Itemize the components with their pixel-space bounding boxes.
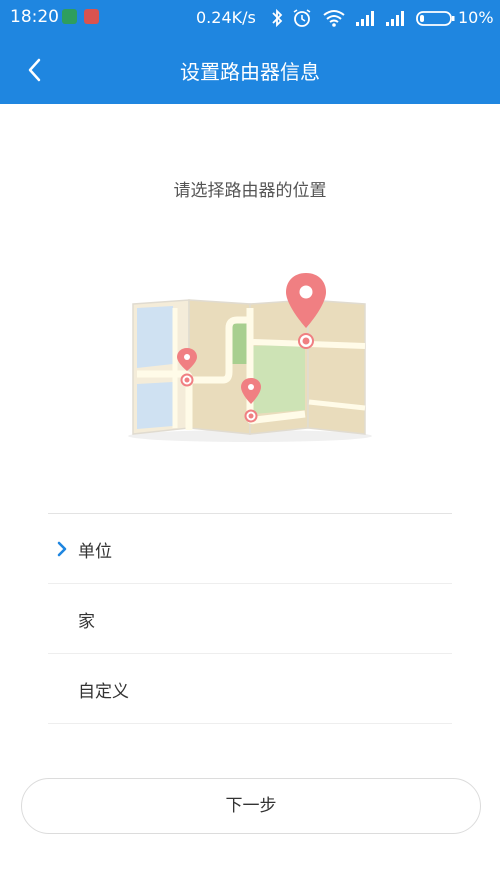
bluetooth-icon bbox=[272, 8, 283, 28]
option-custom[interactable]: 自定义 bbox=[48, 654, 452, 724]
option-home[interactable]: 家 bbox=[48, 584, 452, 654]
alarm-icon bbox=[293, 9, 311, 27]
battery-percent: 10% bbox=[458, 8, 494, 27]
location-options-list: 单位 家 自定义 bbox=[48, 513, 452, 724]
signal-icon bbox=[386, 11, 404, 26]
wifi-app-icon bbox=[84, 9, 99, 24]
network-speed: 0.24K/s bbox=[196, 8, 256, 27]
app-bar: 18:20 0.24K/s 10% 设置路由器信息 bbox=[0, 0, 500, 104]
wifi-icon bbox=[323, 10, 345, 27]
nav-bar: 设置路由器信息 bbox=[0, 36, 500, 104]
map-illustration bbox=[128, 273, 372, 442]
option-label: 单位 bbox=[78, 542, 112, 562]
signal-icon bbox=[356, 11, 374, 26]
next-button[interactable]: 下一步 bbox=[21, 778, 481, 834]
page-title: 设置路由器信息 bbox=[180, 60, 320, 84]
shield-app-icon bbox=[62, 9, 77, 24]
battery-icon bbox=[416, 11, 455, 26]
status-time: 18:20 bbox=[10, 7, 59, 27]
option-workplace[interactable]: 单位 bbox=[48, 514, 452, 584]
option-label: 自定义 bbox=[78, 682, 129, 702]
option-label: 家 bbox=[78, 612, 95, 632]
location-prompt: 请选择路由器的位置 bbox=[173, 181, 327, 201]
status-bar: 18:20 0.24K/s 10% bbox=[0, 0, 500, 36]
chevron-right-icon bbox=[57, 541, 67, 557]
